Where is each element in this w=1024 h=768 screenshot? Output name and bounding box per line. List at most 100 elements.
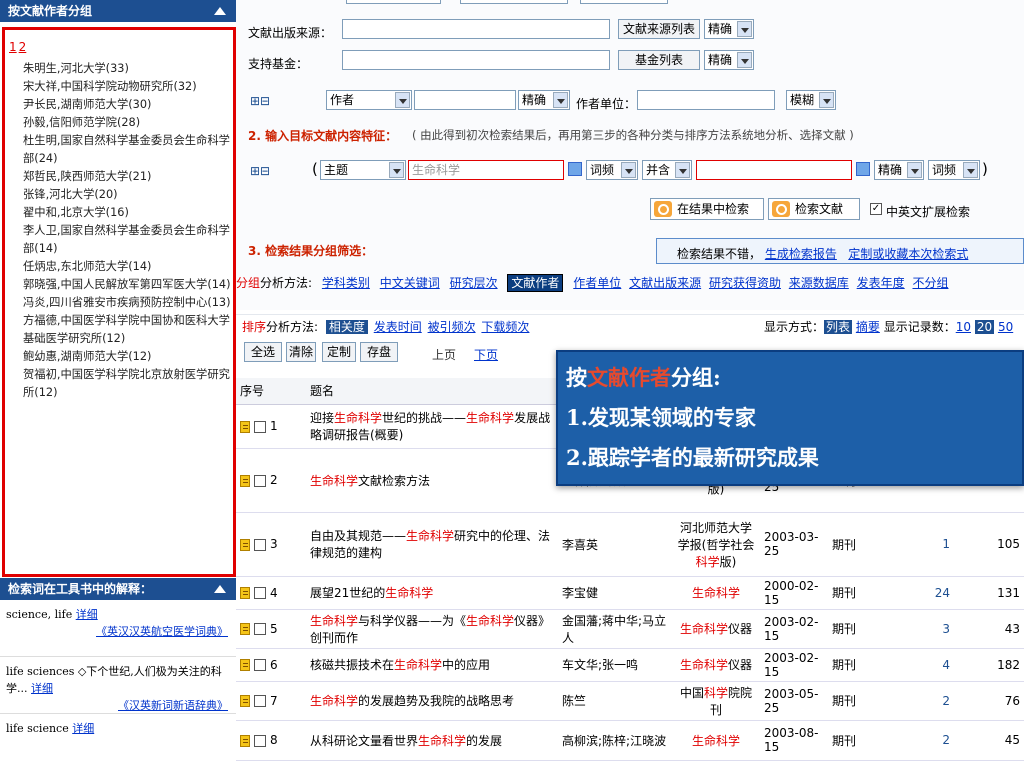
detail-link[interactable]: 详细 bbox=[31, 682, 53, 695]
topic-freq-select[interactable]: 词频 bbox=[586, 160, 638, 180]
row-checkbox[interactable] bbox=[254, 474, 266, 487]
tool-source-link[interactable]: 《英汉汉英航空医学词典》 bbox=[96, 625, 228, 638]
document-icon[interactable] bbox=[240, 623, 250, 635]
row-checkbox[interactable] bbox=[254, 623, 266, 635]
count-50[interactable]: 50 bbox=[998, 320, 1013, 334]
author-item[interactable]: 杜生明,国家自然科学基金委员会生命科学部(24) bbox=[9, 132, 233, 168]
group-keyword[interactable]: 中文关键词 bbox=[380, 276, 440, 290]
logic-select[interactable]: 并含 bbox=[642, 160, 692, 180]
source-cell[interactable]: 生命科学仪器 bbox=[672, 609, 760, 649]
group-author-active[interactable]: 文献作者 bbox=[507, 274, 564, 292]
author-item[interactable]: 郑哲民,陕西师范大学(21) bbox=[9, 168, 233, 186]
author-item[interactable]: 翟中和,北京大学(16) bbox=[9, 204, 233, 222]
count-20-active[interactable]: 20 bbox=[974, 320, 995, 334]
author-item[interactable]: 李人卫,国家自然科学基金委员会生命科学部(14) bbox=[9, 222, 233, 258]
select-all-button[interactable]: 全选 bbox=[244, 342, 282, 362]
title-cell[interactable]: 生命科学文献检索方法 bbox=[306, 448, 558, 513]
sort-time[interactable]: 发表时间 bbox=[374, 320, 422, 334]
pub-source-input[interactable] bbox=[342, 19, 610, 39]
group-none[interactable]: 不分组 bbox=[912, 276, 948, 290]
tool-source-link[interactable]: 《汉英新词新语辞典》 bbox=[118, 699, 228, 712]
title-cell[interactable]: 迎接生命科学世纪的挑战——生命科学发展战略调研报告(概要) bbox=[306, 404, 558, 449]
group-year[interactable]: 发表年度 bbox=[857, 276, 905, 290]
next-page-link[interactable]: 下页 bbox=[474, 346, 498, 363]
author-item[interactable]: 张锋,河北大学(20) bbox=[9, 186, 233, 204]
display-list-active[interactable]: 列表 bbox=[824, 320, 853, 334]
author-item[interactable]: 郭晓强,中国人民解放军第四军医大学(14) bbox=[9, 276, 233, 294]
author-field-select[interactable]: 作者 bbox=[326, 90, 412, 110]
count-10[interactable]: 10 bbox=[956, 320, 971, 334]
topic2-match-select[interactable]: 精确 bbox=[874, 160, 924, 180]
top-row-input[interactable] bbox=[580, 0, 668, 4]
sort-downloads[interactable]: 下载频次 bbox=[481, 320, 529, 334]
custom-button[interactable]: 定制 bbox=[322, 342, 356, 362]
title-cell[interactable]: 从科研论文量看世界生命科学的发展 bbox=[306, 720, 558, 761]
generate-report-link[interactable]: 生成检索报告 bbox=[765, 247, 837, 261]
author-item[interactable]: 孙毅,信阳师范学院(28) bbox=[9, 114, 233, 132]
topic-input[interactable]: 生命科学 bbox=[408, 160, 564, 180]
pub-source-match-select[interactable]: 精确 bbox=[704, 19, 754, 39]
title-cell[interactable]: 生命科学的发展趋势及我院的战略思考 bbox=[306, 681, 558, 721]
row-checkbox[interactable] bbox=[254, 659, 266, 671]
author-item[interactable]: 冯炎,四川省雅安市疾病预防控制中心(13) bbox=[9, 294, 233, 312]
top-row-input[interactable] bbox=[346, 0, 441, 4]
source-cell[interactable]: 中国科学院院刊 bbox=[672, 681, 760, 721]
search-docs-button[interactable]: 检索文献 bbox=[768, 198, 860, 220]
row-checkbox[interactable] bbox=[254, 587, 266, 599]
author-item[interactable]: 鲍幼惠,湖南师范大学(12) bbox=[9, 348, 233, 366]
author-item[interactable]: 方福德,中国医学科学院中国协和医科大学基础医学研究所(12) bbox=[9, 312, 233, 348]
fund-input[interactable] bbox=[342, 50, 610, 70]
row-checkbox[interactable] bbox=[254, 734, 266, 747]
expand-collapse-icon[interactable]: ⊞⊟ bbox=[250, 164, 270, 178]
save-button[interactable]: 存盘 bbox=[360, 342, 398, 362]
clear-button[interactable]: 清除 bbox=[286, 342, 316, 362]
document-icon[interactable] bbox=[240, 474, 250, 487]
author-item[interactable]: 朱明生,河北大学(33) bbox=[9, 60, 233, 78]
row-checkbox[interactable] bbox=[254, 695, 266, 707]
author-item[interactable]: 宋大祥,中国科学院动物研究所(32) bbox=[9, 78, 233, 96]
author-input[interactable] bbox=[414, 90, 516, 110]
fund-match-select[interactable]: 精确 bbox=[704, 50, 754, 70]
page-1-link[interactable]: 1 bbox=[9, 40, 17, 54]
prev-page[interactable]: 上页 bbox=[432, 346, 456, 363]
expand-collapse-icon[interactable]: ⊞⊟ bbox=[250, 94, 270, 108]
document-icon[interactable] bbox=[240, 734, 250, 747]
row-checkbox[interactable] bbox=[254, 420, 266, 433]
display-abstract[interactable]: 摘要 bbox=[856, 320, 880, 334]
save-query-link[interactable]: 定制或收藏本次检索式 bbox=[848, 247, 968, 261]
sort-relevance-active[interactable]: 相关度 bbox=[325, 320, 368, 334]
search-in-results-button[interactable]: 在结果中检索 bbox=[650, 198, 764, 220]
source-cell[interactable]: 生命科学 bbox=[672, 720, 760, 761]
author-unit-input[interactable] bbox=[637, 90, 775, 110]
tool-book-header[interactable]: 检索词在工具书中的解释： bbox=[0, 578, 236, 600]
author-item[interactable]: 贺福初,中国医学科学院北京放射医学研究所(12) bbox=[9, 366, 233, 402]
collapse-icon[interactable] bbox=[214, 7, 226, 15]
title-cell[interactable]: 自由及其规范——生命科学研究中的伦理、法律规范的建构 bbox=[306, 512, 558, 577]
top-row-input[interactable] bbox=[460, 0, 568, 4]
title-cell[interactable]: 核磁共振技术在生命科学中的应用 bbox=[306, 648, 558, 682]
dictionary-icon[interactable] bbox=[568, 162, 582, 176]
fund-list-button[interactable]: 基金列表 bbox=[618, 50, 700, 70]
topic-field-select[interactable]: 主题 bbox=[320, 160, 406, 180]
topic2-freq-select[interactable]: 词频 bbox=[928, 160, 980, 180]
source-cell[interactable]: 生命科学仪器 bbox=[672, 648, 760, 682]
topic-input-2[interactable] bbox=[696, 160, 852, 180]
dictionary-icon[interactable] bbox=[856, 162, 870, 176]
zh-en-expand-checkbox[interactable]: ✓ bbox=[870, 203, 882, 215]
group-fund[interactable]: 研究获得资助 bbox=[709, 276, 781, 290]
detail-link[interactable]: 详细 bbox=[76, 608, 98, 621]
author-item[interactable]: 任炳忠,东北师范大学(14) bbox=[9, 258, 233, 276]
group-level[interactable]: 研究层次 bbox=[450, 276, 498, 290]
sort-cited[interactable]: 被引频次 bbox=[428, 320, 476, 334]
document-icon[interactable] bbox=[240, 420, 250, 433]
document-icon[interactable] bbox=[240, 695, 250, 707]
group-unit[interactable]: 作者单位 bbox=[573, 276, 621, 290]
author-item[interactable]: 尹长民,湖南师范大学(30) bbox=[9, 96, 233, 114]
source-cell[interactable]: 生命科学 bbox=[672, 576, 760, 610]
page-2-link[interactable]: 2 bbox=[19, 40, 27, 54]
row-checkbox[interactable] bbox=[254, 538, 266, 551]
document-icon[interactable] bbox=[240, 587, 250, 599]
pub-source-list-button[interactable]: 文献来源列表 bbox=[618, 19, 700, 39]
collapse-icon[interactable] bbox=[214, 585, 226, 593]
title-cell[interactable]: 生命科学与科学仪器——为《生命科学仪器》创刊而作 bbox=[306, 609, 558, 649]
